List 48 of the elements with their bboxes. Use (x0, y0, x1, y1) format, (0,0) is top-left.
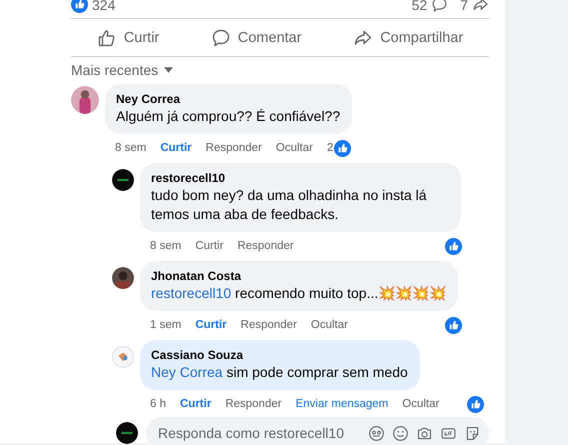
like-reaction-icon[interactable] (445, 238, 462, 254)
author-name[interactable]: Cassiano Souza (151, 347, 408, 363)
mention-link[interactable]: restorecell10 (151, 285, 232, 301)
author-name[interactable]: Ney Correa (116, 91, 340, 107)
like-link[interactable]: Curtir (160, 142, 192, 154)
action-link[interactable]: Ocultar (276, 142, 313, 154)
like-link[interactable]: Curtir (195, 240, 224, 252)
emoji-icon[interactable] (392, 424, 409, 442)
comment-text: Alguém já comprou?? É confiável?? (116, 107, 340, 126)
action-link[interactable]: Responder (206, 142, 262, 154)
timestamp[interactable]: 8 sem (150, 240, 182, 252)
like-reaction-icon[interactable] (334, 140, 352, 156)
speech-bubble-icon (210, 28, 231, 48)
comment-text: Ney Correa sim pode comprar sem medo (151, 363, 408, 382)
caret-icon (164, 67, 174, 73)
sticker-icon[interactable] (464, 424, 481, 442)
comment-button[interactable]: Comentar (202, 24, 310, 52)
comment-icon (431, 0, 448, 13)
like-link[interactable]: Curtir (180, 398, 212, 410)
comment-count[interactable]: 52 (412, 0, 428, 12)
mention-link[interactable]: Ney Correa (151, 364, 223, 380)
like-reaction-icon[interactable] (467, 396, 484, 412)
reply-box[interactable]: Responda como restorecell10 (146, 417, 489, 445)
like-reaction-icon[interactable] (445, 316, 462, 334)
action-link[interactable]: Responder (225, 398, 282, 410)
action-link[interactable]: Ocultar (310, 319, 348, 331)
timestamp[interactable]: 8 sem (115, 142, 146, 154)
message-link[interactable]: Enviar mensagem (296, 398, 388, 410)
share-button[interactable]: Compartilhar (345, 24, 472, 52)
action-link[interactable]: Responder (240, 319, 297, 331)
like-button[interactable]: Curtir (88, 24, 168, 52)
share-icon (472, 0, 489, 13)
action-link[interactable]: Responder (237, 240, 294, 252)
sort-dropdown[interactable]: Mais recentes (71, 62, 174, 78)
thumbs-up-icon (96, 28, 117, 48)
avatar-icon[interactable] (368, 424, 385, 442)
timestamp[interactable]: 1 sem (150, 319, 182, 331)
like-link[interactable]: Curtir (195, 319, 227, 331)
timestamp[interactable]: 6 h (150, 398, 166, 410)
comment-text: restorecell10 recomendo muito top...💥💥💥💥 (151, 284, 446, 303)
like-count[interactable]: 324 (92, 0, 116, 12)
comment-text: tudo bom ney? da uma olhadinha no insta lá temos uma aba de feedbacks. (151, 186, 428, 224)
reply-field[interactable]: Responda como restorecell10 (156, 424, 361, 442)
author-name[interactable]: Jhonatan Costa (151, 268, 446, 284)
author-name[interactable]: restorecell10 (151, 170, 449, 186)
action-link[interactable]: Ocultar (402, 398, 440, 410)
reaction-count[interactable]: 2 (326, 142, 334, 154)
share-count[interactable]: 7 (460, 0, 468, 12)
